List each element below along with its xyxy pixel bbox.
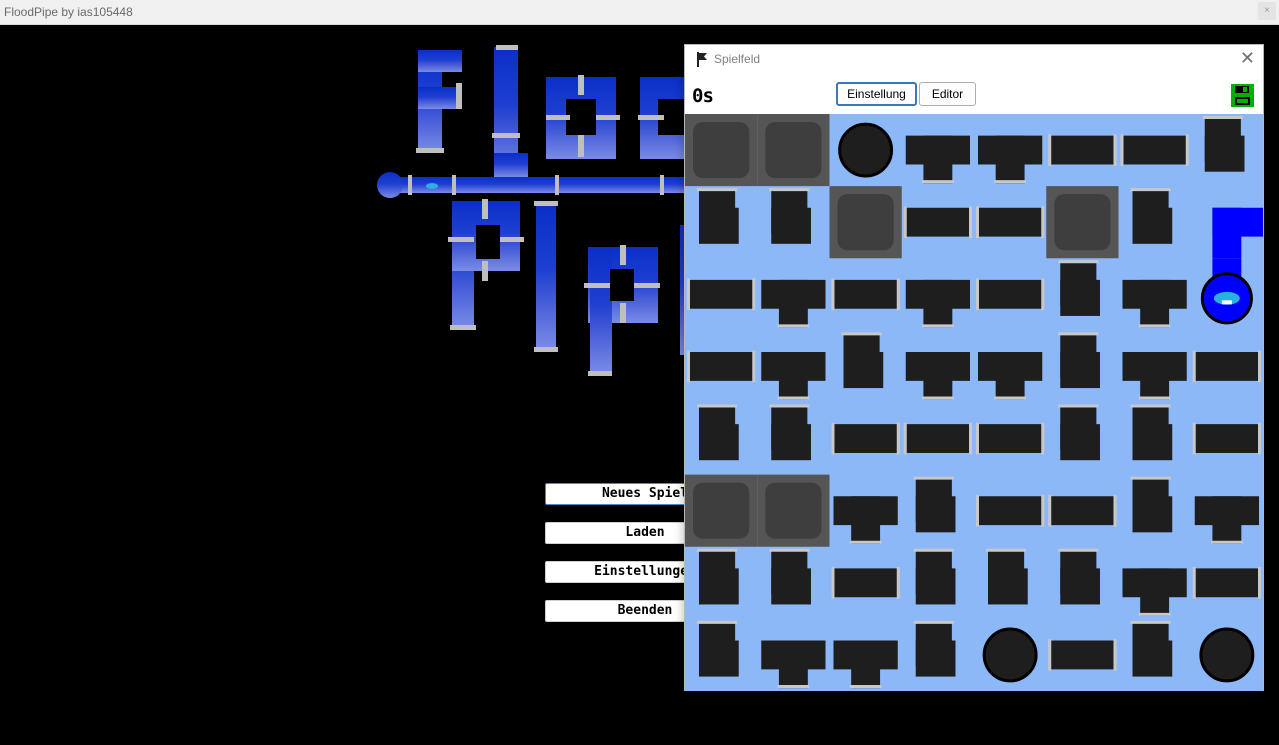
board-cell[interactable] bbox=[976, 278, 1045, 311]
board-cell[interactable] bbox=[1192, 350, 1261, 383]
board-cell[interactable] bbox=[1058, 404, 1100, 461]
window-titlebar: FloodPipe by ias105448 × bbox=[0, 0, 1279, 25]
board-cell[interactable] bbox=[976, 494, 1045, 527]
board-cell[interactable] bbox=[1130, 404, 1173, 461]
board-cell[interactable] bbox=[1130, 620, 1173, 677]
settings-tab-button[interactable]: Einstellung bbox=[836, 82, 917, 106]
playfield-dialog: Spielfeld ✕ 0s Einstellung Editor bbox=[684, 44, 1264, 691]
board-cell[interactable] bbox=[1046, 186, 1119, 259]
board-cell[interactable] bbox=[769, 548, 811, 605]
board-cell[interactable] bbox=[1130, 476, 1173, 533]
board-cell[interactable] bbox=[697, 188, 739, 244]
board-cell[interactable] bbox=[757, 474, 830, 547]
board-cell[interactable] bbox=[831, 422, 900, 455]
board-cell[interactable] bbox=[1192, 422, 1261, 455]
board-cell[interactable] bbox=[1058, 332, 1100, 389]
board-cell[interactable] bbox=[687, 350, 756, 383]
board-cell[interactable] bbox=[697, 404, 739, 461]
board-cell[interactable] bbox=[831, 278, 900, 311]
board-cell[interactable] bbox=[903, 206, 972, 239]
board-cell[interactable] bbox=[982, 627, 1038, 683]
board-cell[interactable] bbox=[685, 114, 758, 187]
board-cell[interactable] bbox=[1199, 627, 1255, 683]
board-cell[interactable] bbox=[976, 422, 1045, 455]
board-cell[interactable] bbox=[838, 122, 894, 178]
editor-tab-button[interactable]: Editor bbox=[919, 82, 976, 106]
dialog-title: Spielfeld bbox=[714, 52, 761, 66]
board-cell[interactable] bbox=[1058, 548, 1100, 605]
game-board[interactable] bbox=[685, 114, 1263, 691]
board-cell[interactable] bbox=[903, 422, 972, 455]
board-cell[interactable] bbox=[1058, 260, 1100, 316]
board-cell[interactable] bbox=[769, 404, 811, 461]
board-cell[interactable] bbox=[687, 278, 756, 311]
board-cell[interactable] bbox=[986, 548, 1028, 605]
board-cell[interactable] bbox=[913, 476, 956, 533]
board-cell[interactable] bbox=[685, 474, 758, 547]
board-cell[interactable] bbox=[831, 566, 900, 599]
board-cell[interactable] bbox=[757, 114, 830, 187]
dialog-titlebar: Spielfeld ✕ bbox=[685, 45, 1263, 74]
board-cell[interactable] bbox=[769, 188, 811, 244]
floodpipe-logo bbox=[377, 45, 684, 376]
board-cell[interactable] bbox=[697, 620, 739, 677]
board-cell[interactable] bbox=[1048, 494, 1117, 527]
board-cell[interactable] bbox=[1120, 134, 1189, 166]
board-cell[interactable] bbox=[976, 206, 1045, 239]
board-cell[interactable] bbox=[913, 548, 956, 605]
board-cell[interactable] bbox=[1048, 134, 1117, 166]
board-cell[interactable] bbox=[841, 332, 884, 389]
board-cell[interactable] bbox=[1130, 188, 1173, 244]
dialog-close-button[interactable]: ✕ bbox=[1240, 48, 1255, 68]
board-cell[interactable] bbox=[1202, 116, 1245, 172]
board-cell[interactable] bbox=[829, 186, 902, 259]
window-close-button[interactable]: × bbox=[1258, 2, 1276, 20]
board-cell[interactable] bbox=[697, 548, 739, 605]
window-title: FloodPipe by ias105448 bbox=[4, 5, 133, 19]
board-cell[interactable] bbox=[1048, 639, 1117, 671]
floppy-disk-icon[interactable] bbox=[1231, 84, 1254, 107]
timer-display: 0s bbox=[692, 85, 714, 107]
board-cell[interactable] bbox=[1192, 566, 1261, 599]
flag-icon bbox=[697, 52, 707, 67]
board-cell[interactable] bbox=[913, 620, 956, 677]
